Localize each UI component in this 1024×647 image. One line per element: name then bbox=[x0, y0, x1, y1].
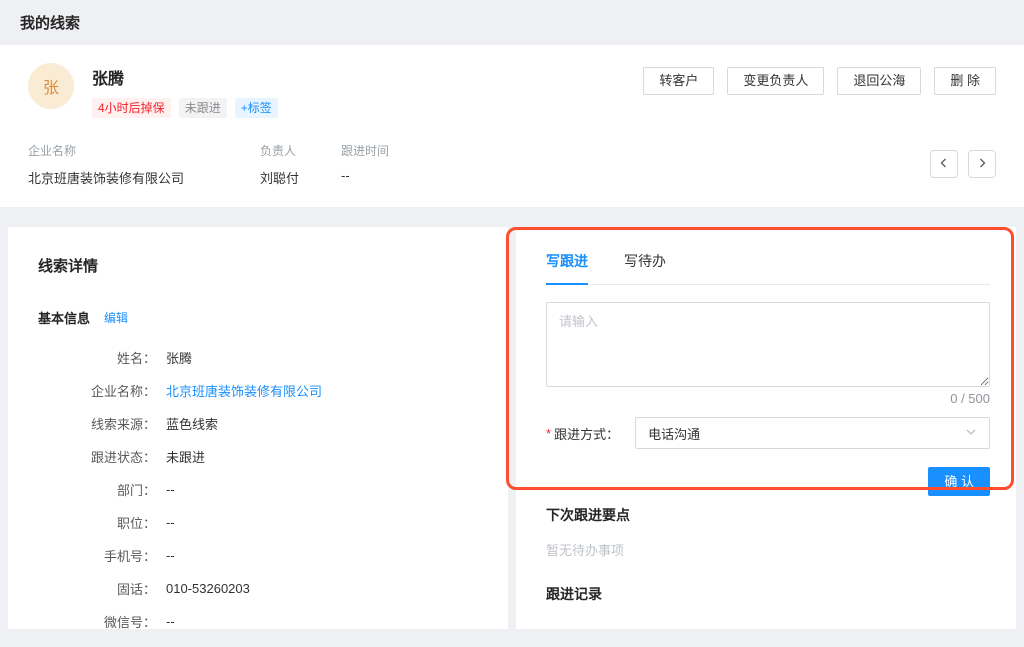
detail-panel-title: 线索详情 bbox=[38, 258, 99, 275]
lead-header-card: 张 张腾 4小时后掉保 未跟进 +标签 转客户 变更负责人 退回公海 删 除 企… bbox=[0, 45, 1024, 207]
add-tag-button[interactable]: +标签 bbox=[234, 98, 278, 118]
company-name-info: 企业名称 北京班唐装饰装修有限公司 bbox=[28, 142, 218, 187]
field-position: 职位： -- bbox=[116, 515, 175, 531]
next-followup-points-title: 下次跟进要点 bbox=[546, 507, 630, 523]
tag-list: 4小时后掉保 未跟进 +标签 bbox=[92, 98, 278, 118]
field-name: 姓名： 张腾 bbox=[116, 351, 193, 366]
chevron-left-icon bbox=[939, 155, 949, 173]
followup-records-title: 跟进记录 bbox=[546, 586, 602, 602]
followup-time-value: -- bbox=[341, 168, 350, 183]
followup-time-label: 跟进时间 bbox=[341, 144, 390, 158]
page-header: 我的线索 bbox=[0, 0, 1024, 45]
header-actions: 转客户 变更负责人 退回公海 删 除 bbox=[643, 63, 996, 95]
edit-link[interactable]: 编辑 bbox=[104, 309, 128, 326]
tab-write-followup[interactable]: 写跟进 bbox=[546, 251, 588, 285]
field-department: 部门： -- bbox=[116, 482, 175, 498]
field-lead-source: 线索来源： 蓝色线索 bbox=[90, 417, 219, 432]
owner-value: 刘聪付 bbox=[260, 171, 300, 186]
tab-write-todo[interactable]: 写待办 bbox=[624, 251, 666, 284]
company-link[interactable]: 北京班唐装饰装修有限公司 bbox=[166, 381, 322, 400]
followup-note-input[interactable] bbox=[546, 302, 990, 387]
chevron-right-icon bbox=[977, 155, 987, 173]
char-counter: 0 / 500 bbox=[950, 391, 990, 406]
owner-info: 负责人 刘聪付 bbox=[260, 142, 299, 187]
company-name-label: 企业名称 bbox=[28, 144, 77, 158]
record-pager bbox=[930, 142, 996, 178]
company-name-value: 北京班唐装饰装修有限公司 bbox=[28, 171, 185, 186]
return-to-pool-button[interactable]: 退回公海 bbox=[837, 67, 922, 95]
page-title: 我的线索 bbox=[20, 15, 81, 32]
next-lead-button[interactable] bbox=[968, 150, 996, 178]
owner-label: 负责人 bbox=[260, 144, 297, 158]
no-todo-text: 暂无待办事项 bbox=[546, 543, 625, 558]
field-mobile: 手机号： -- bbox=[103, 548, 175, 564]
avatar: 张 bbox=[28, 63, 74, 109]
followup-method-label: 跟进方式： bbox=[554, 426, 620, 442]
protection-expiry-tag: 4小时后掉保 bbox=[92, 98, 171, 118]
field-wechat: 微信号： -- bbox=[103, 614, 175, 629]
change-owner-button[interactable]: 变更负责人 bbox=[727, 67, 825, 95]
lead-name: 张腾 bbox=[92, 71, 125, 88]
followup-status-tag: 未跟进 bbox=[178, 98, 227, 118]
followup-record-item: 刘聪付 创建了线索 2021-08-30 20:28:05 刘聪付创建了线索 bbox=[546, 627, 990, 629]
followup-time-info: 跟进时间 -- bbox=[341, 142, 389, 183]
record-text: 刘聪付 创建了线索 bbox=[563, 627, 671, 629]
chevron-down-icon bbox=[965, 426, 977, 441]
field-landline: 固话： 010-53260203 bbox=[116, 581, 250, 597]
required-asterisk: * bbox=[546, 425, 552, 441]
followup-tabs: 写跟进 写待办 bbox=[546, 251, 990, 285]
field-followup-status: 跟进状态： 未跟进 bbox=[90, 450, 206, 465]
basic-info-fields: 姓名： 张腾 企业名称： 北京班唐装饰装修有限公司 线索来源： 蓝色线索 跟进状… bbox=[38, 341, 478, 629]
lead-detail-panel: 线索详情 基本信息 编辑 姓名： 张腾 企业名称： 北京班唐装饰装修有限公司 线… bbox=[8, 227, 508, 629]
followup-panel: 写跟进 写待办 0 / 500 * 跟进方式： 电话沟通 确 认 下次跟进要点 … bbox=[516, 227, 1016, 629]
field-company: 企业名称： 北京班唐装饰装修有限公司 bbox=[38, 374, 478, 407]
prev-lead-button[interactable] bbox=[930, 150, 958, 178]
followup-method-select[interactable]: 电话沟通 bbox=[635, 417, 990, 449]
delete-button[interactable]: 删 除 bbox=[934, 67, 996, 95]
convert-to-customer-button[interactable]: 转客户 bbox=[643, 67, 715, 95]
followup-method-value: 电话沟通 bbox=[648, 426, 701, 442]
basic-info-title: 基本信息 bbox=[38, 311, 91, 326]
confirm-button[interactable]: 确 认 bbox=[928, 467, 990, 496]
